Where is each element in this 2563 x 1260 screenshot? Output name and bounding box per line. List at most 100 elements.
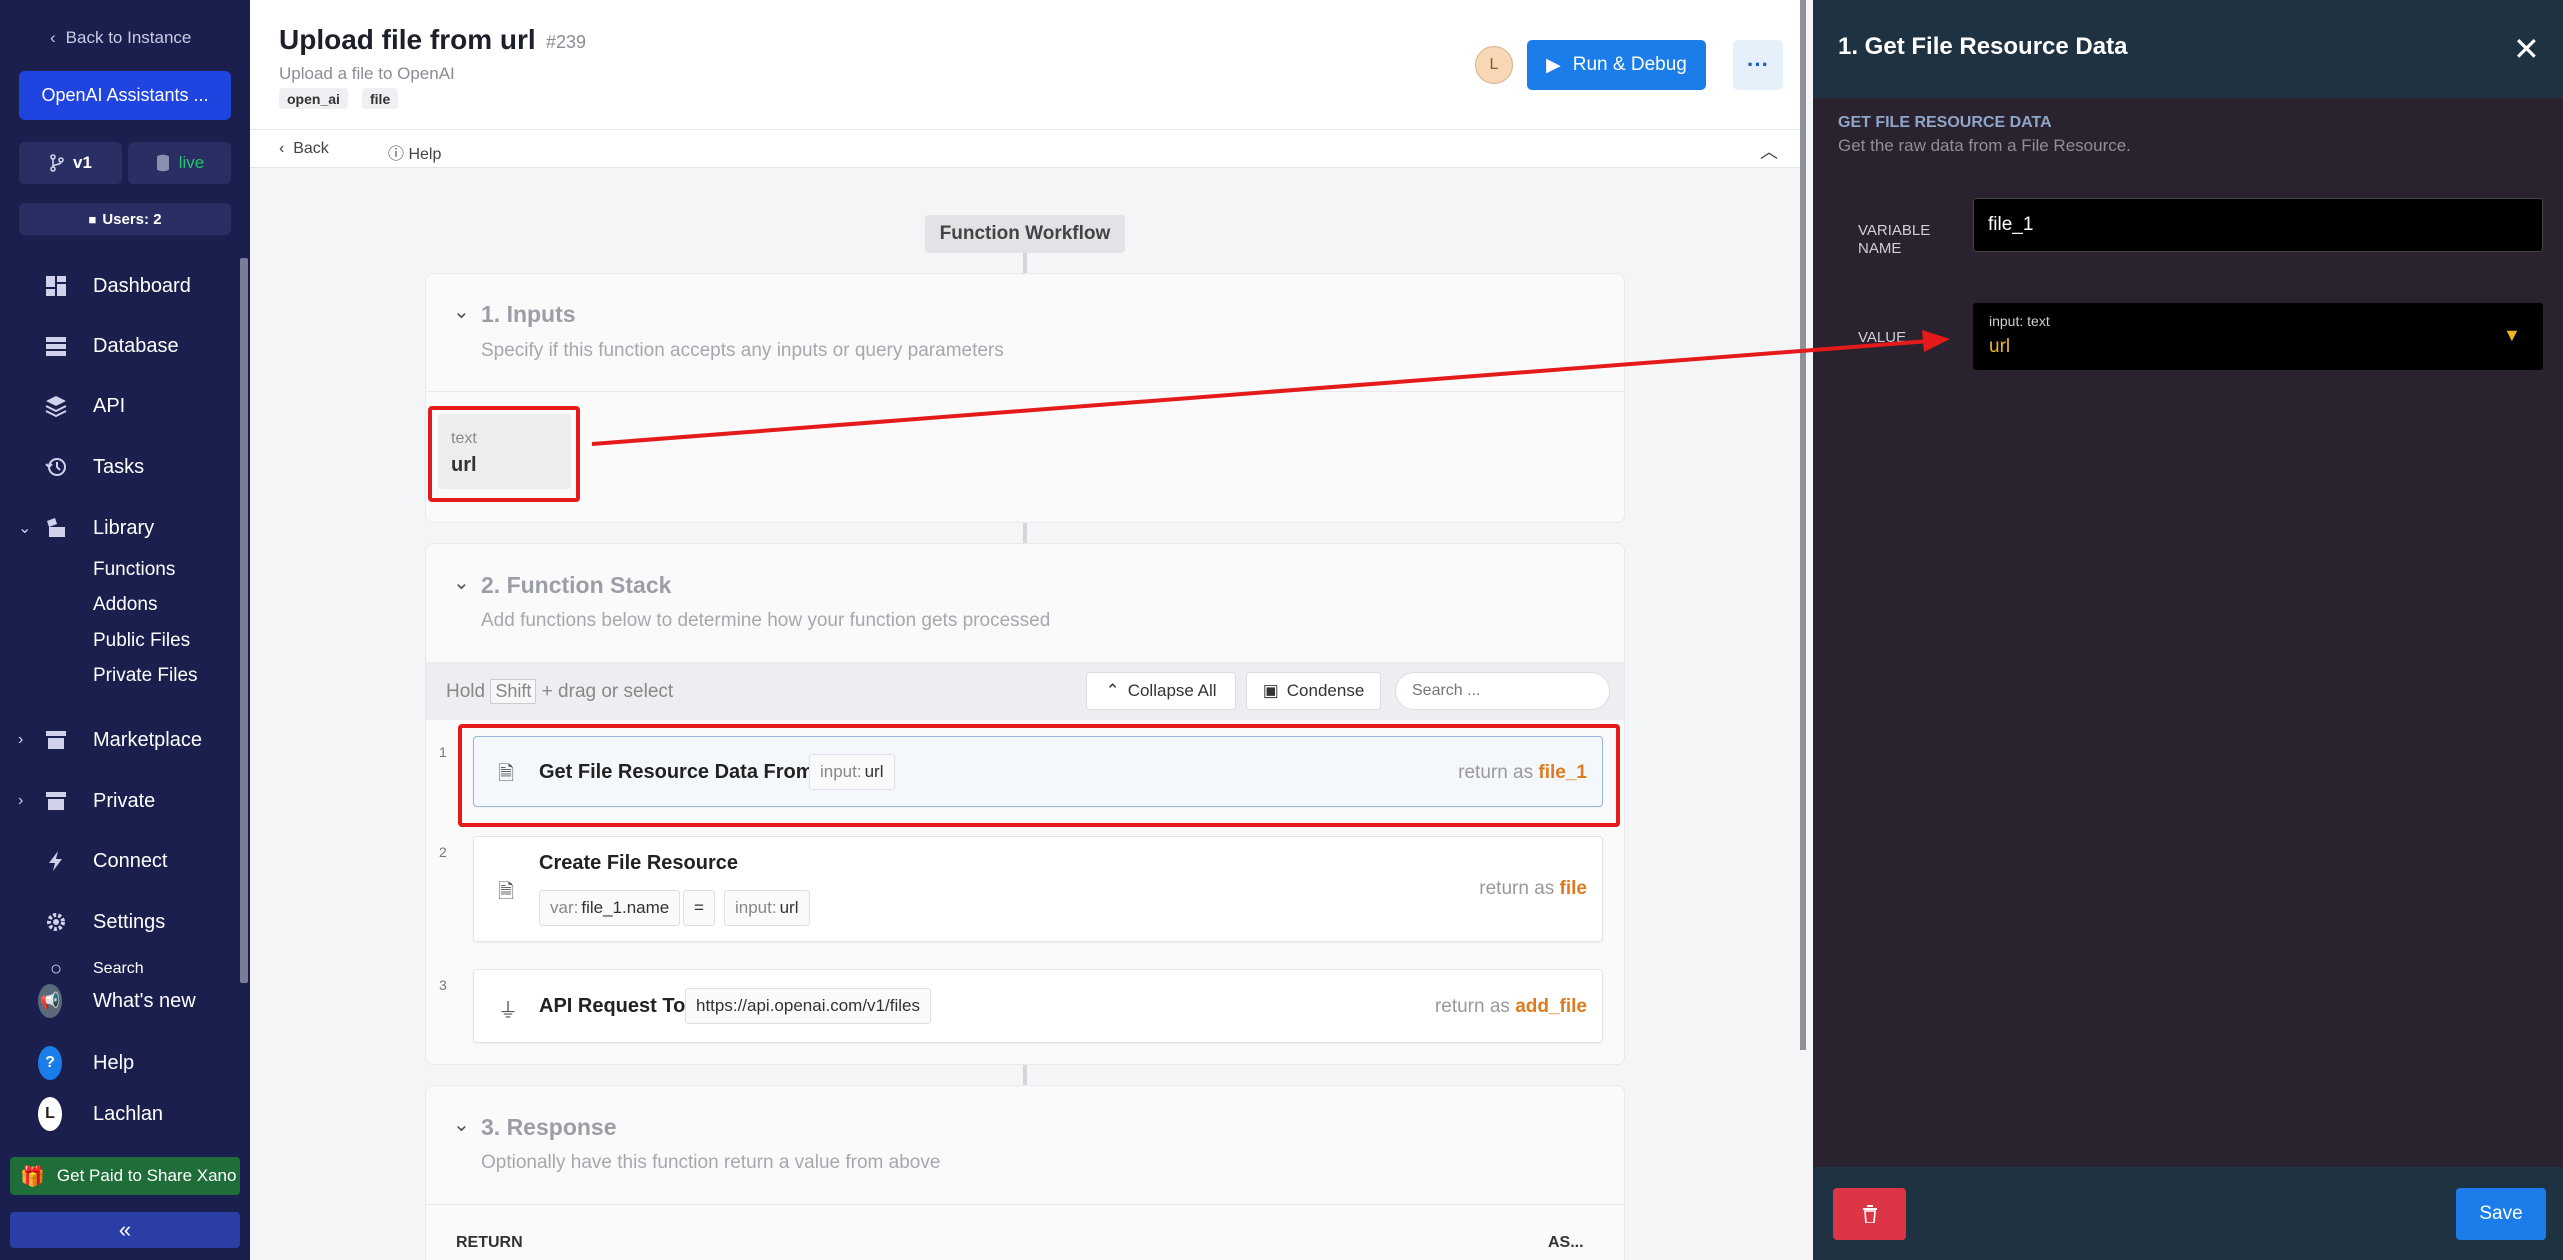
help-circle-icon: ? <box>38 1046 62 1080</box>
main-scrollbar[interactable] <box>1800 0 1806 1050</box>
instance-selector[interactable]: OpenAI Assistants ... <box>19 71 231 120</box>
caret-down-icon[interactable]: ▼ <box>2503 325 2521 346</box>
return-as: return as add_file <box>1434 996 1587 1017</box>
nav-search[interactable]: ○ Search <box>0 962 240 976</box>
nav-tasks[interactable]: Tasks <box>0 447 240 487</box>
chevron-right-icon[interactable]: › <box>18 792 23 810</box>
run-debug-button[interactable]: ▶ Run & Debug <box>1527 40 1706 90</box>
var-chip[interactable]: var: file_1.name <box>539 890 681 926</box>
variable-name-input[interactable] <box>1973 198 2543 252</box>
nav-settings[interactable]: Settings <box>0 902 240 942</box>
marketplace-icon <box>44 728 68 752</box>
chevron-down-icon[interactable]: ⌄ <box>453 570 470 595</box>
save-button[interactable]: Save <box>2456 1188 2546 1240</box>
chevron-down-icon[interactable]: ⌄ <box>453 299 470 324</box>
file-icon: 🗎 <box>498 881 515 903</box>
library-public-files[interactable]: Public Files <box>93 630 190 652</box>
panel-footer: Save <box>1813 1167 2563 1260</box>
collapse-sidebar-button[interactable]: « <box>10 1212 240 1248</box>
help-label: Help <box>408 146 442 163</box>
divider <box>426 391 1624 392</box>
condense-button[interactable]: ▣ Condense <box>1246 672 1381 710</box>
url-chip[interactable]: https://api.openai.com/v1/files <box>685 988 931 1024</box>
branch-selector[interactable]: v1 <box>19 142 122 184</box>
function-stack-description: Add functions below to determine how you… <box>481 610 1051 631</box>
environment-selector[interactable]: live <box>128 142 231 184</box>
step-title: Create File Resource <box>539 852 738 874</box>
drag-hint: Hold Shift + drag or select <box>446 679 674 704</box>
nav-help[interactable]: ? Help <box>0 1043 240 1083</box>
environment-label: live <box>178 153 205 172</box>
equals-chip[interactable]: = <box>683 890 715 926</box>
library-private-files[interactable]: Private Files <box>93 665 198 687</box>
value-type: input: text <box>1989 313 2050 329</box>
promo-banner[interactable]: 🎁 Get Paid to Share Xano <box>10 1157 240 1195</box>
nav-api[interactable]: API <box>0 386 240 426</box>
nav-whats-new[interactable]: 📢 What's new <box>0 981 240 1021</box>
chevron-left-icon: ‹ <box>50 28 56 47</box>
nav-dashboard[interactable]: Dashboard <box>0 266 240 306</box>
nav-user[interactable]: L Lachlan <box>0 1094 240 1134</box>
stack-search-input[interactable] <box>1395 672 1610 710</box>
users-count: Users: 2 <box>102 210 162 228</box>
step-api-request[interactable]: ⏚ API Request To https://api.openai.com/… <box>473 969 1603 1043</box>
instance-name: OpenAI Assistants ... <box>41 85 209 105</box>
function-header: Upload file from url #239 Upload a file … <box>250 0 1806 130</box>
database-stack-icon <box>156 154 169 172</box>
connector-line <box>1023 1065 1027 1085</box>
nav-marketplace[interactable]: › Marketplace <box>0 720 240 760</box>
value-selector[interactable]: input: text url ▼ <box>1973 303 2543 370</box>
nav-api-label: API <box>93 394 126 417</box>
nav-tasks-label: Tasks <box>93 455 145 478</box>
connector-line <box>1023 253 1027 273</box>
function-stack-title: 2. Function Stack <box>481 572 672 598</box>
collapse-all-button[interactable]: ⌃ Collapse All <box>1086 672 1236 710</box>
tag-file[interactable]: file <box>362 88 399 109</box>
back-to-instance-link[interactable]: ‹ Back to Instance <box>50 28 191 48</box>
chevron-down-icon[interactable]: ⌄ <box>18 518 31 538</box>
help-button[interactable]: ⓘ Help <box>388 140 441 164</box>
back-button[interactable]: ‹ Back <box>279 140 329 158</box>
back-to-instance-label: Back to Instance <box>65 28 192 47</box>
chevron-down-icon[interactable]: ⌄ <box>453 1112 470 1137</box>
response-title: 3. Response <box>481 1114 617 1140</box>
annotation-highlight-input <box>428 406 580 502</box>
nav-private[interactable]: › Private <box>0 781 240 821</box>
shift-key: Shift <box>490 679 537 704</box>
nav-help-label: Help <box>93 1051 135 1074</box>
promo-label: Get Paid to Share Xano <box>56 1166 237 1185</box>
nav-library[interactable]: ⌄ Library <box>0 508 240 548</box>
user-avatar: L <box>38 1097 62 1131</box>
function-id: #239 <box>546 32 587 52</box>
tasks-icon <box>44 455 68 479</box>
close-icon[interactable]: ✕ <box>2513 30 2540 68</box>
branch-icon <box>50 154 64 172</box>
collapse-header-icon[interactable]: ︿ <box>1760 138 1778 164</box>
chat-bubble-icon: ■ <box>88 211 97 227</box>
nav-connect-label: Connect <box>93 849 168 872</box>
user-avatar[interactable]: L <box>1475 46 1513 84</box>
delete-button[interactable] <box>1833 1188 1906 1240</box>
tag-open-ai[interactable]: open_ai <box>279 88 348 109</box>
plug-icon: ⏚ <box>498 1000 518 1022</box>
condense-icon: ▣ <box>1262 681 1279 700</box>
return-variable: file <box>1559 878 1587 899</box>
sidebar-scrollbar[interactable] <box>240 258 248 983</box>
step-create-file-resource[interactable]: 🗎 Create File Resource var: file_1.name =… <box>473 836 1603 942</box>
chevron-right-icon[interactable]: › <box>18 731 23 749</box>
step-title: API Request To <box>539 995 686 1017</box>
more-options-button[interactable]: ··· <box>1733 40 1783 90</box>
connector-line <box>1023 523 1027 543</box>
nav-database[interactable]: Database <box>0 326 240 366</box>
panel-section-heading: GET FILE RESOURCE DATA <box>1838 114 2052 131</box>
library-addons[interactable]: Addons <box>93 594 157 616</box>
nav-connect[interactable]: Connect <box>0 841 240 881</box>
input-chip[interactable]: input: url <box>724 890 810 926</box>
users-badge[interactable]: ■ Users: 2 <box>19 203 231 235</box>
as-column-header: AS... <box>1548 1234 1584 1251</box>
double-chevron-left-icon: « <box>118 1217 132 1242</box>
library-functions[interactable]: Functions <box>93 559 175 581</box>
run-debug-label: Run & Debug <box>1572 54 1687 75</box>
sub-toolbar: ‹ Back ⓘ Help ︿ <box>250 130 1806 168</box>
back-label: Back <box>293 140 329 157</box>
